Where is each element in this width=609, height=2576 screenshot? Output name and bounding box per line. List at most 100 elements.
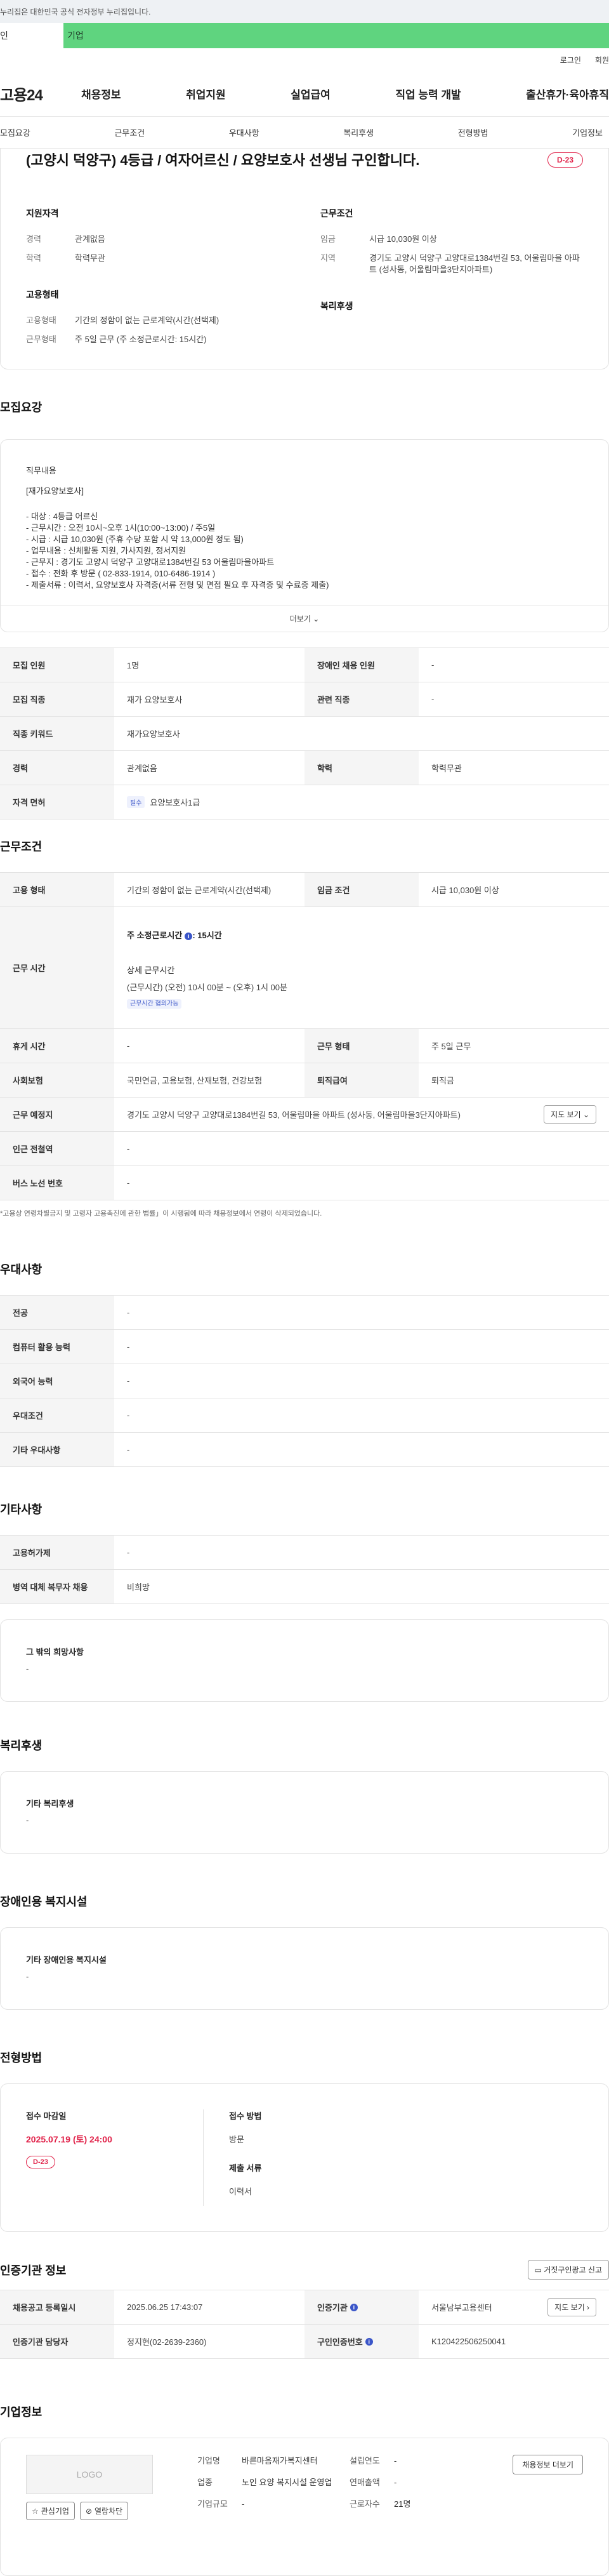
table-cell: - (127, 1548, 130, 1557)
fav-label: 관심기업 (41, 2507, 69, 2516)
weekly-hours-value: : 15시간 (192, 930, 222, 940)
other-wishes-value: - (26, 1664, 29, 1673)
table-header: 인증기관 담당자 (0, 2325, 114, 2358)
table-row: 사회보험 국민연금, 고용보험, 산재보험, 건강보험 퇴직급여 퇴직금 (0, 1063, 609, 1098)
usertype-company-tab[interactable]: 기업 (63, 23, 609, 48)
summary-career-value: 관계없음 (75, 234, 105, 244)
table-header: 퇴직급여 (304, 1063, 419, 1097)
disability-section: 장애인용 복지시설 기타 장애인용 복지시설 - (0, 1893, 609, 2010)
table-cell: 필수 요양보호사1급 (114, 785, 609, 819)
table-header: 버스 노선 번호 (0, 1166, 114, 1200)
table-cell: 기간의 정함이 없는 근로계약(시간(선택제) (127, 886, 272, 895)
etc-table: 고용허가제 - 병역 대체 복무자 채용 비희망 (0, 1535, 609, 1604)
content-line: - 제출서류 : 이력서, 요양보호사 자격증(서류 전형 및 면접 필요 후 … (26, 580, 329, 590)
block-view-button[interactable]: ⊘ 열람차단 (79, 2502, 129, 2520)
welfare-box: 기타 복리후생 - (0, 1771, 609, 1854)
etc-title: 기타사항 (0, 1503, 43, 1516)
tab-process[interactable]: 전형방법 (458, 126, 488, 138)
block-icon: ⊘ (85, 2506, 92, 2516)
welfare-title: 복리후생 (0, 1739, 43, 1752)
tab-preferences[interactable]: 우대사항 (229, 126, 259, 138)
report-fake-ad-button[interactable]: ▭ 거짓구인광고 신고 (527, 2260, 609, 2280)
more-button[interactable]: 더보기 ⌄ (1, 605, 608, 632)
gnb-item-unemployment[interactable]: 실업급여 (291, 86, 331, 102)
welfare-section: 복리후생 기타 복리후생 - (0, 1737, 609, 1854)
site-logo[interactable]: 고용24 (0, 83, 81, 105)
login-link[interactable]: 로그인 (560, 55, 581, 65)
table-header: 기타 우대사항 (0, 1433, 114, 1466)
table-cell: - (127, 1376, 130, 1386)
tab-recruit[interactable]: 모집요강 (0, 126, 30, 138)
info-icon[interactable]: i (365, 2337, 373, 2346)
usertype-personal-tab[interactable]: 인 (0, 23, 63, 48)
table-header: 인증기관 i (304, 2290, 419, 2324)
tab-welfare[interactable]: 복리후생 (343, 126, 374, 138)
summary-employment: 고용형태 고용형태 기간의 정함이 없는 근로계약(시간(선택제) 근무형태 주 5… (26, 288, 289, 345)
summary-label: 고용형태 (26, 315, 56, 325)
table-header: 경력 (0, 751, 114, 785)
table-row: 컴퓨터 활용 능력 - (0, 1330, 609, 1364)
table-header: 병역 대체 복무자 채용 (0, 1570, 114, 1603)
table-header: 근무 형태 (304, 1029, 419, 1063)
table-cell: 1명 (127, 661, 140, 670)
table-row: 자격 면허 필수 요양보호사1급 (0, 785, 609, 820)
map-button[interactable]: 지도 보기 › (547, 2298, 596, 2316)
join-link[interactable]: 회원 (595, 55, 609, 65)
table-row: 경력 관계없음 학력 학력무관 (0, 751, 609, 785)
content-heading: 직무내용 (26, 466, 56, 475)
job-title: (고양시 덕양구) 4등급 / 여자어르신 / 요양보호사 선생님 구인합니다. (26, 152, 420, 168)
tab-company[interactable]: 기업정보 (572, 126, 603, 138)
table-header: 고용허가제 (0, 1536, 114, 1569)
company-jobs-button[interactable]: 채용정보 더보기 (513, 2455, 583, 2474)
content-line: - 업무내용 : 신체활동 지원, 가사지원, 정서지원 (26, 546, 187, 555)
disability-title: 장애인용 복지시설 (0, 1895, 88, 1908)
map-button-label: 지도 보기 (554, 2303, 585, 2312)
org-value: 서울남부고용센터 (431, 2303, 492, 2313)
company-label: 업종 (197, 2478, 213, 2487)
info-icon[interactable]: i (350, 2303, 358, 2311)
disability-value: - (26, 1972, 29, 1981)
table-header: 사회보험 (0, 1063, 114, 1097)
disability-label: 기타 장애인용 복지시설 (26, 1955, 107, 1965)
table-cell: - (127, 1178, 130, 1188)
gnb-item-training[interactable]: 직업 능력 개발 (395, 86, 461, 102)
welfare-label: 기타 복리후생 (26, 1799, 74, 1809)
document-icon: ▭ (534, 2266, 542, 2274)
table-header: 근무 시간 (0, 907, 114, 1028)
content-line: - 근무시간 : 오전 10시~오후 1시(10:00~13:00) / 주5일 (26, 523, 216, 533)
company-founded-value: - (394, 2456, 397, 2466)
map-button[interactable]: 지도 보기 ⌄ (544, 1105, 596, 1124)
deadline-value: 2025.07.19 (토) 24:00 (26, 2134, 112, 2144)
work-info-table: 고용 형태 기간의 정함이 없는 근로계약(시간(선택제) 임금 조건 시급 1… (0, 872, 609, 1200)
company-label: 근로자수 (350, 2499, 380, 2509)
table-cell: 국민연금, 고용보험, 산재보험, 건강보험 (127, 1076, 263, 1086)
company-section: 기업정보 LOGO ☆ 관심기업 ⊘ 열람차단 기업명 바른마음재가복지센터 업종 노인… (0, 2403, 609, 2576)
company-name-value: 바른마음재가복지센터 (242, 2456, 318, 2466)
table-row: 인근 전철역 - (0, 1132, 609, 1166)
table-header: 채용공고 등록일시 (0, 2290, 114, 2324)
cert-table: 채용공고 등록일시 2025.06.25 17:43:07 인증기관 i 서울남부… (0, 2290, 609, 2359)
work-place-value: 경기도 고양시 덕양구 고양대로1384번길 53, 어울림마을 아파트 (성사… (127, 1110, 461, 1120)
company-label: 연매출액 (350, 2478, 380, 2487)
table-row: 근무 예정지 경기도 고양시 덕양구 고양대로1384번길 53, 어울림마을 … (0, 1098, 609, 1132)
table-cell: - (127, 1041, 130, 1051)
method-label: 접수 방법 (229, 2111, 262, 2121)
table-cell: 재가 요양보호사 (127, 695, 183, 705)
gnb-item-jobs[interactable]: 채용정보 (81, 86, 121, 102)
pref-table: 전공 - 컴퓨터 활용 능력 - 외국어 능력 - 우대조건 - 기타 우대사항 - (0, 1295, 609, 1467)
table-header: 자격 면허 (0, 785, 114, 819)
summary-label: 근무형태 (26, 335, 56, 344)
tab-conditions[interactable]: 근무조건 (114, 126, 145, 138)
summary-qualification-heading: 지원자격 (26, 208, 59, 218)
favorite-company-button[interactable]: ☆ 관심기업 (26, 2502, 75, 2520)
gnb-item-employment-support[interactable]: 취업지원 (186, 86, 226, 102)
table-row: 기타 우대사항 - (0, 1433, 609, 1467)
section-tabs: 모집요강 근무조건 우대사항 복리후생 전형방법 기업정보 (0, 117, 609, 149)
work-title: 근무조건 (0, 840, 43, 853)
summary-region-value: 경기도 고양시 덕양구 고양대로1384번길 53, 어울림마을 아파트 (성사… (369, 253, 580, 274)
table-row: 전공 - (0, 1296, 609, 1330)
table-header: 구인인증번호 i (304, 2325, 419, 2358)
info-icon[interactable]: i (185, 932, 193, 940)
gnb-item-parental-leave[interactable]: 출산휴가·육아휴직 (526, 86, 609, 102)
table-header: 직종 키워드 (0, 717, 114, 750)
